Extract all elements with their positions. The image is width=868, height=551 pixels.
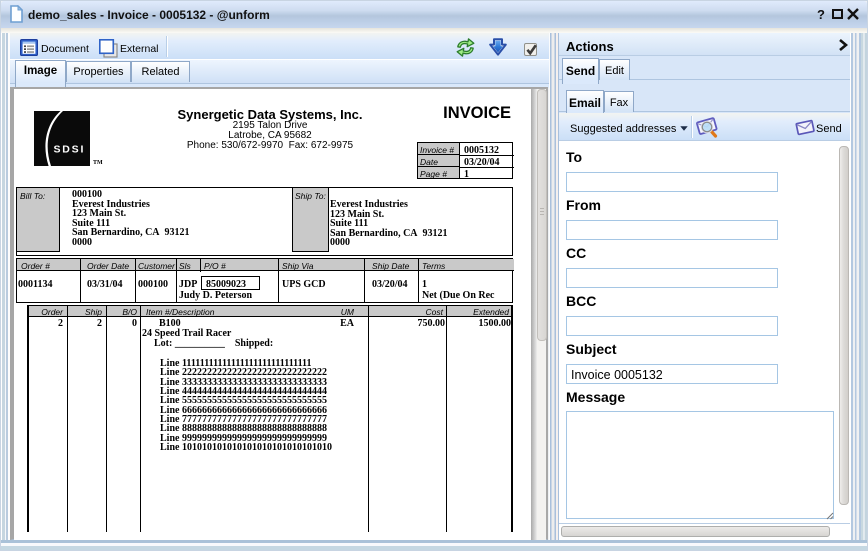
svg-text:SDSI: SDSI [54,144,86,156]
